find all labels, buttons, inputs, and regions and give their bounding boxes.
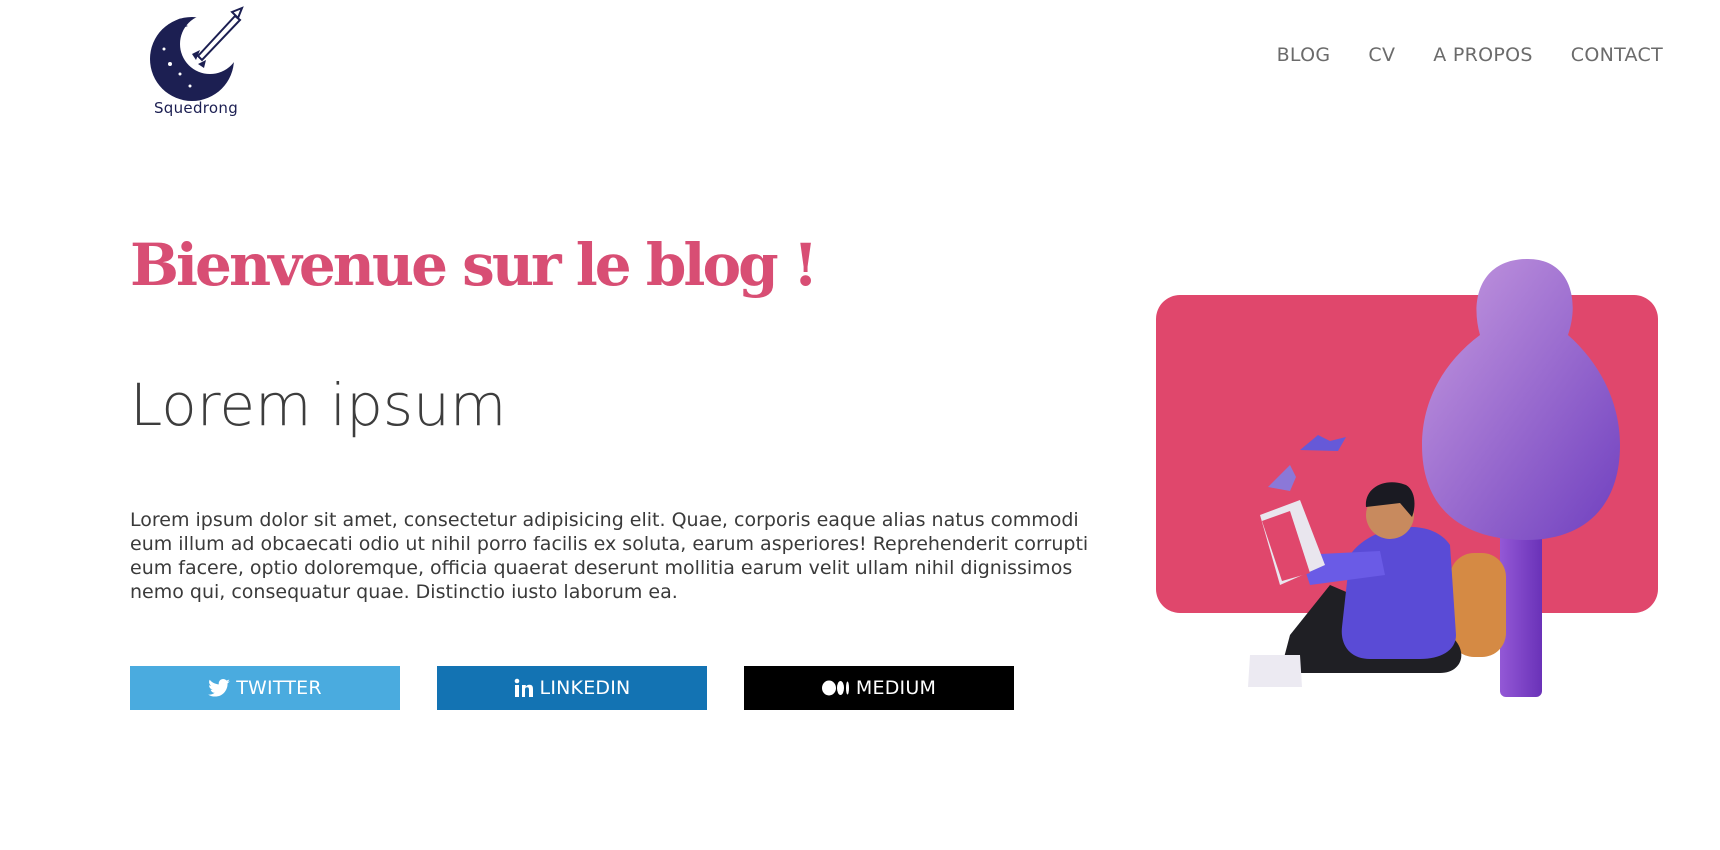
hero-title: Bienvenue sur le blog !: [130, 231, 818, 299]
logo-text: Squedrong: [153, 99, 239, 117]
medium-button[interactable]: MEDIUM: [744, 666, 1014, 710]
medium-dots-icon: [821, 680, 850, 696]
nav-blog[interactable]: BLOG: [1277, 44, 1331, 66]
nav-cv[interactable]: CV: [1368, 44, 1395, 66]
hero-subtitle: Lorem ipsum: [130, 371, 507, 439]
person-hoodie: [1341, 526, 1456, 659]
main-nav: BLOG CV A PROPOS CONTACT: [1277, 44, 1663, 66]
nav-contact[interactable]: CONTACT: [1571, 44, 1663, 66]
medium-label: MEDIUM: [855, 677, 937, 699]
twitter-label: TWITTER: [236, 677, 322, 699]
nav-a-propos[interactable]: A PROPOS: [1433, 44, 1533, 66]
rocket-moon-icon: [150, 6, 244, 101]
hero-body-text: Lorem ipsum dolor sit amet, consectetur …: [130, 509, 1089, 603]
backpack: [1450, 553, 1506, 657]
tree-trunk: [1500, 525, 1542, 697]
linkedin-label: LINKEDIN: [539, 677, 631, 699]
twitter-button[interactable]: TWITTER: [130, 666, 400, 710]
linkedin-button[interactable]: LINKEDIN: [437, 666, 707, 710]
site-logo[interactable]: Squedrong: [140, 4, 252, 122]
twitter-bird-icon: [208, 679, 231, 697]
linkedin-in-icon: [514, 678, 534, 698]
reading-person-illustration: [1156, 259, 1658, 697]
